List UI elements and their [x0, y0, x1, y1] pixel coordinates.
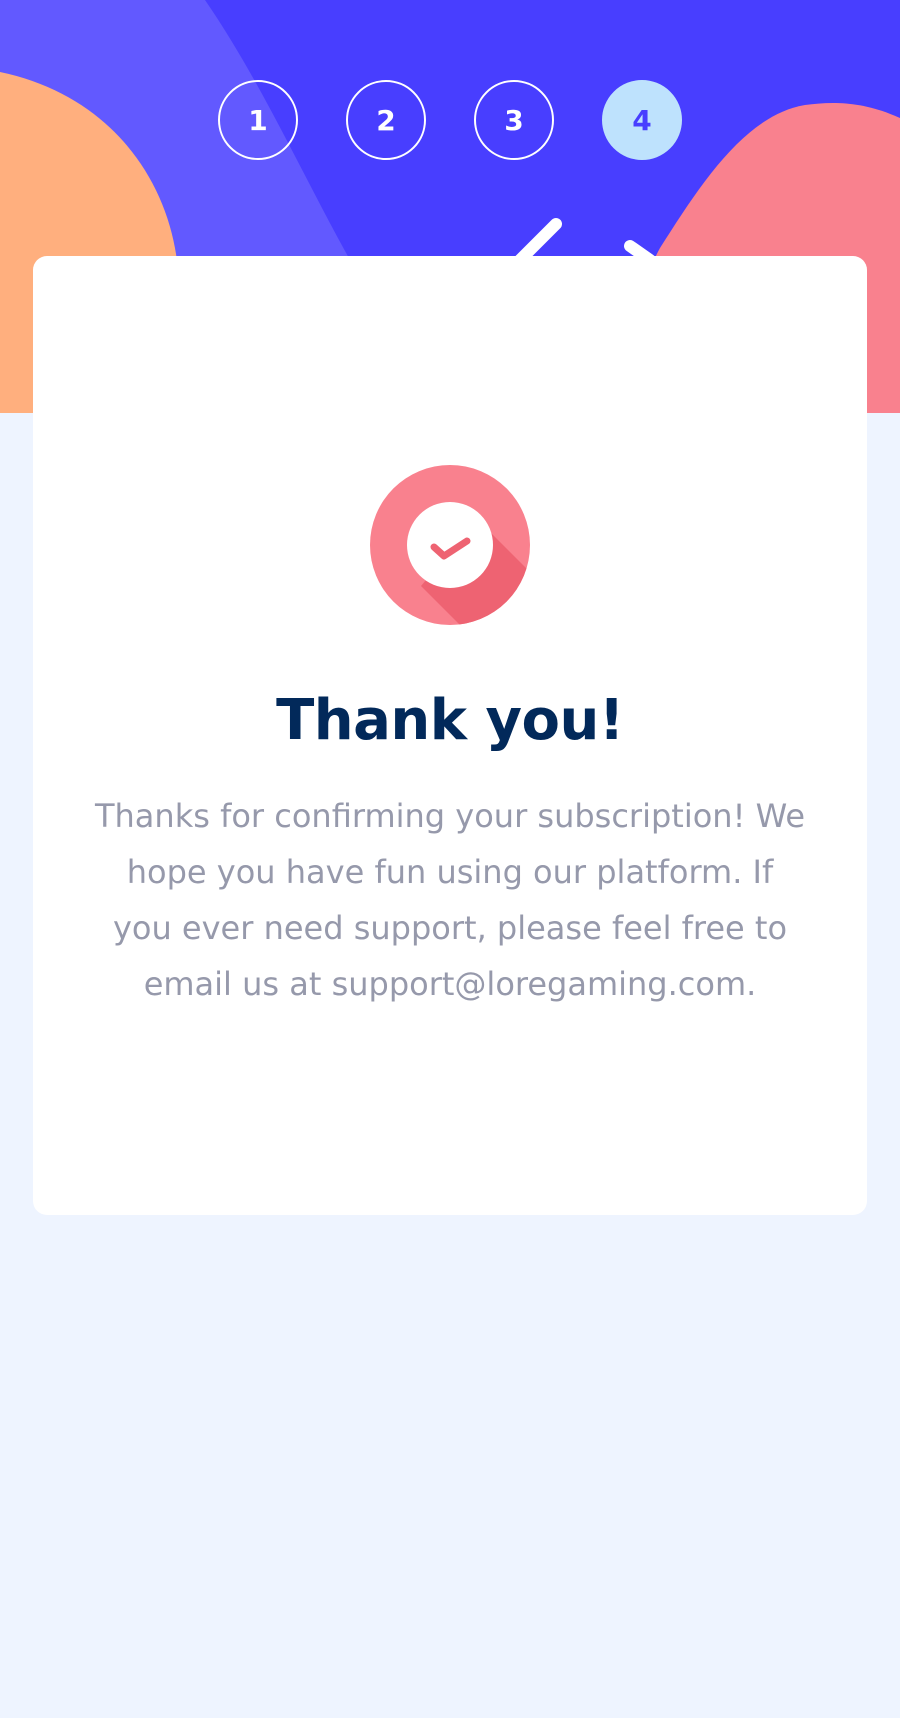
step-indicator: 1 2 3 4 — [0, 80, 900, 160]
checkmark-circle-icon — [369, 464, 531, 626]
step-3-button[interactable]: 3 — [474, 80, 554, 160]
confirmation-card: Thank you! Thanks for confirming your su… — [33, 256, 867, 1215]
thank-you-title: Thank you! — [276, 688, 624, 753]
step-1-button[interactable]: 1 — [218, 80, 298, 160]
step-2-button[interactable]: 2 — [346, 80, 426, 160]
step-4-button[interactable]: 4 — [602, 80, 682, 160]
confirmation-message: Thanks for confirming your subscription!… — [94, 797, 806, 1003]
